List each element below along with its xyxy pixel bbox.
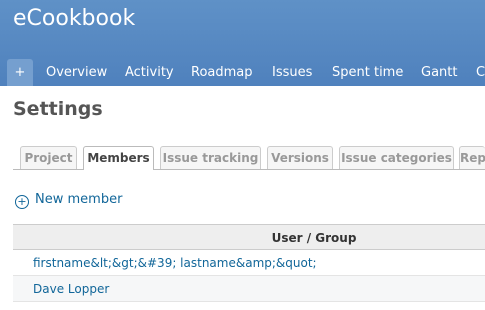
- menu-item-calendar[interactable]: C: [476, 59, 485, 86]
- top-header: eCookbook + Overview Activity Roadmap Is…: [0, 0, 485, 86]
- menu-item-activity[interactable]: Activity: [125, 59, 174, 86]
- members-table: User / Group firstname&lt;&gt;&#39; last…: [13, 224, 485, 302]
- tab-project[interactable]: Project: [20, 146, 77, 169]
- menu-item-spent-time[interactable]: Spent time: [332, 59, 403, 86]
- member-link[interactable]: Dave Lopper: [33, 282, 109, 296]
- table-row: Dave Lopper: [13, 276, 485, 302]
- main-menu: + Overview Activity Roadmap Issues Spent…: [0, 59, 485, 86]
- app-title[interactable]: eCookbook: [13, 3, 135, 35]
- member-link[interactable]: firstname&lt;&gt;&#39; lastname&amp;&quo…: [33, 256, 317, 270]
- content-area: Settings Project Members Issue tracking …: [0, 86, 485, 310]
- table-row: firstname&lt;&gt;&#39; lastname&amp;&quo…: [13, 250, 485, 276]
- new-member-link[interactable]: + New member: [15, 190, 122, 210]
- new-member-label: New member: [35, 192, 123, 207]
- menu-item-roadmap[interactable]: Roadmap: [191, 59, 253, 86]
- new-object-button[interactable]: +: [7, 59, 33, 86]
- add-circle-icon: +: [15, 195, 29, 209]
- menu-item-overview[interactable]: Overview: [46, 59, 107, 86]
- tab-issue-categories[interactable]: Issue categories: [339, 146, 454, 169]
- tab-issue-tracking[interactable]: Issue tracking: [160, 146, 261, 169]
- tab-repository[interactable]: Rep: [459, 146, 485, 169]
- tab-members[interactable]: Members: [83, 146, 154, 170]
- menu-item-issues[interactable]: Issues: [272, 59, 312, 86]
- column-header-user-group[interactable]: User / Group: [13, 224, 485, 250]
- menu-item-gantt[interactable]: Gantt: [421, 59, 457, 86]
- tab-versions[interactable]: Versions: [267, 146, 333, 169]
- page-title: Settings: [13, 98, 103, 120]
